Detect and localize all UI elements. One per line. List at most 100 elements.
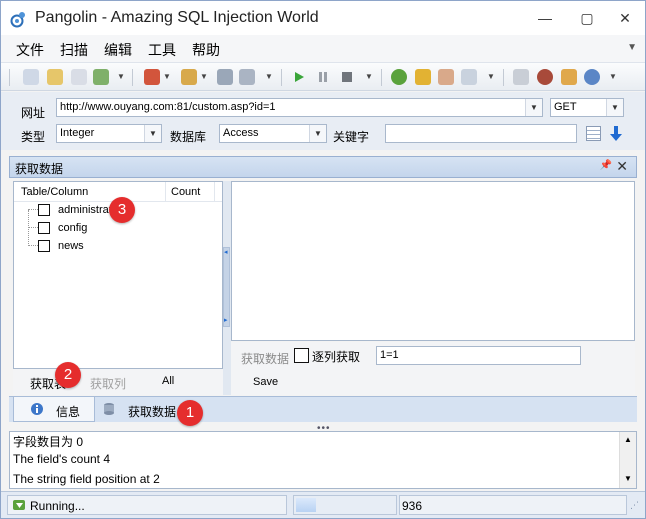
- maximize-button[interactable]: ▢: [575, 9, 599, 27]
- keyword-input[interactable]: [385, 124, 577, 143]
- user-icon[interactable]: [438, 69, 454, 85]
- save-icon[interactable]: [93, 69, 109, 85]
- method-value: GET: [554, 101, 577, 113]
- item-checkbox[interactable]: [38, 204, 50, 216]
- menu-file[interactable]: 文件: [16, 40, 44, 60]
- toolbar-separator: [381, 69, 382, 86]
- progress-fill: [296, 498, 316, 512]
- check-icon[interactable]: [391, 69, 407, 85]
- menu-tools[interactable]: 工具: [148, 40, 176, 60]
- database-dropdown-icon[interactable]: ▼: [309, 125, 326, 142]
- url-dropdown-icon[interactable]: ▼: [525, 99, 542, 116]
- database-value: Access: [223, 127, 259, 139]
- wrench-icon[interactable]: [217, 69, 233, 85]
- type-value: Integer: [60, 127, 95, 139]
- toolbar-separator: [9, 69, 10, 86]
- info-icon[interactable]: [584, 69, 600, 85]
- item-label: config: [58, 222, 88, 234]
- app-window: Pangolin - Amazing SQL Injection World —…: [0, 0, 646, 519]
- save-button[interactable]: Save: [253, 376, 278, 388]
- tab-get-data[interactable]: 获取数据: [97, 397, 187, 422]
- menu-edit[interactable]: 编辑: [104, 40, 132, 60]
- toolbar-dropdown-icon[interactable]: ▼: [487, 72, 495, 81]
- minimize-button[interactable]: —: [533, 9, 557, 27]
- menu-scan[interactable]: 扫描: [60, 40, 88, 60]
- toolbar-dropdown-icon[interactable]: ▼: [200, 72, 208, 81]
- toolbar-dropdown-icon[interactable]: ▼: [163, 72, 171, 81]
- toolbar-separator: [132, 69, 133, 86]
- database-label: 数据库: [170, 130, 207, 144]
- menu-bar: 文件 扫描 编辑 工具 帮助 ▼: [1, 35, 645, 63]
- log-line: The field's count 4: [13, 452, 111, 466]
- cube-icon[interactable]: [561, 69, 577, 85]
- log-line: 字段数目为 0: [13, 435, 84, 449]
- resize-grip-icon[interactable]: ⋰: [630, 500, 639, 511]
- all-button[interactable]: All: [162, 375, 174, 387]
- status-text: Running...: [30, 499, 85, 513]
- step-badge: 3: [109, 197, 135, 223]
- type-dropdown-icon[interactable]: ▼: [144, 125, 161, 142]
- column-header-count[interactable]: Count: [171, 186, 200, 198]
- column-header-table[interactable]: Table/Column: [21, 186, 88, 198]
- get-data-button[interactable]: 获取数据: [241, 350, 289, 367]
- left-actions: 获取表 获取列 All: [13, 369, 223, 395]
- per-column-checkbox[interactable]: [294, 348, 309, 363]
- panel-close-icon[interactable]: ✕: [616, 158, 628, 175]
- progress-bar: [293, 495, 397, 515]
- stop-icon[interactable]: [339, 69, 355, 85]
- find-icon[interactable]: [461, 69, 477, 85]
- toolbar-separator: [281, 69, 282, 86]
- tab-label: 信息: [56, 405, 81, 419]
- log-scrollbar[interactable]: ▲ ▼: [619, 432, 636, 488]
- app-logo-icon: [10, 12, 25, 28]
- options-icon[interactable]: [586, 126, 601, 141]
- toolbar-dropdown-icon[interactable]: ▼: [365, 72, 373, 81]
- report-icon[interactable]: [144, 69, 160, 85]
- scroll-down-icon[interactable]: ▼: [624, 474, 632, 483]
- url-label: 网址: [21, 106, 46, 120]
- url-input[interactable]: http://www.ouyang.com:81/custom.asp?id=1…: [56, 98, 543, 117]
- menu-overflow-icon[interactable]: ▼: [627, 42, 637, 53]
- bug-icon[interactable]: [537, 69, 553, 85]
- menu-help[interactable]: 帮助: [192, 40, 220, 60]
- item-label: administrat: [58, 204, 112, 216]
- toolbar-dropdown-icon[interactable]: ▼: [609, 72, 617, 81]
- plugin-icon[interactable]: [181, 69, 197, 85]
- close-button[interactable]: ✕: [613, 9, 637, 27]
- status-text-box: Running...: [7, 495, 287, 515]
- get-columns-button[interactable]: 获取列: [90, 375, 126, 392]
- method-dropdown-icon[interactable]: ▼: [606, 99, 623, 116]
- url-value: http://www.ouyang.com:81/custom.asp?id=1: [60, 101, 276, 113]
- home-icon[interactable]: [513, 69, 529, 85]
- arrow-down-icon[interactable]: [609, 125, 623, 142]
- play-icon[interactable]: [291, 69, 307, 85]
- item-checkbox[interactable]: [38, 222, 50, 234]
- status-bar: Running... 936 ⋰: [1, 491, 645, 518]
- pause-icon[interactable]: [315, 69, 331, 85]
- step-badge: 1: [177, 400, 203, 426]
- search-icon[interactable]: [23, 69, 39, 85]
- method-select[interactable]: GET ▼: [550, 98, 624, 117]
- toolbar-dropdown-icon[interactable]: ▼: [265, 72, 273, 81]
- document-icon[interactable]: [47, 69, 63, 85]
- database-icon: [104, 403, 114, 415]
- pin-icon[interactable]: 📌: [600, 160, 612, 171]
- database-icon[interactable]: [239, 69, 255, 85]
- data-grid[interactable]: [231, 181, 635, 341]
- panel-title: 获取数据: [15, 162, 64, 176]
- scroll-up-icon[interactable]: ▲: [624, 435, 632, 444]
- key-icon[interactable]: [415, 69, 431, 85]
- splitter-handle[interactable]: ◂ ▸: [223, 181, 231, 395]
- per-column-label: 逐列获取: [312, 350, 361, 364]
- item-checkbox[interactable]: [38, 240, 50, 252]
- running-icon: [13, 500, 25, 510]
- condition-input[interactable]: 1=1: [376, 346, 581, 365]
- item-label: news: [58, 240, 84, 252]
- tab-info[interactable]: 信息: [13, 397, 95, 422]
- type-select[interactable]: Integer ▼: [56, 124, 162, 143]
- toolbar-dropdown-icon[interactable]: ▼: [117, 72, 125, 81]
- log-output: 字段数目为 0 The field's count 4 The string f…: [9, 431, 637, 489]
- status-count: 936: [402, 499, 423, 513]
- database-select[interactable]: Access ▼: [219, 124, 327, 143]
- list-icon[interactable]: [71, 69, 87, 85]
